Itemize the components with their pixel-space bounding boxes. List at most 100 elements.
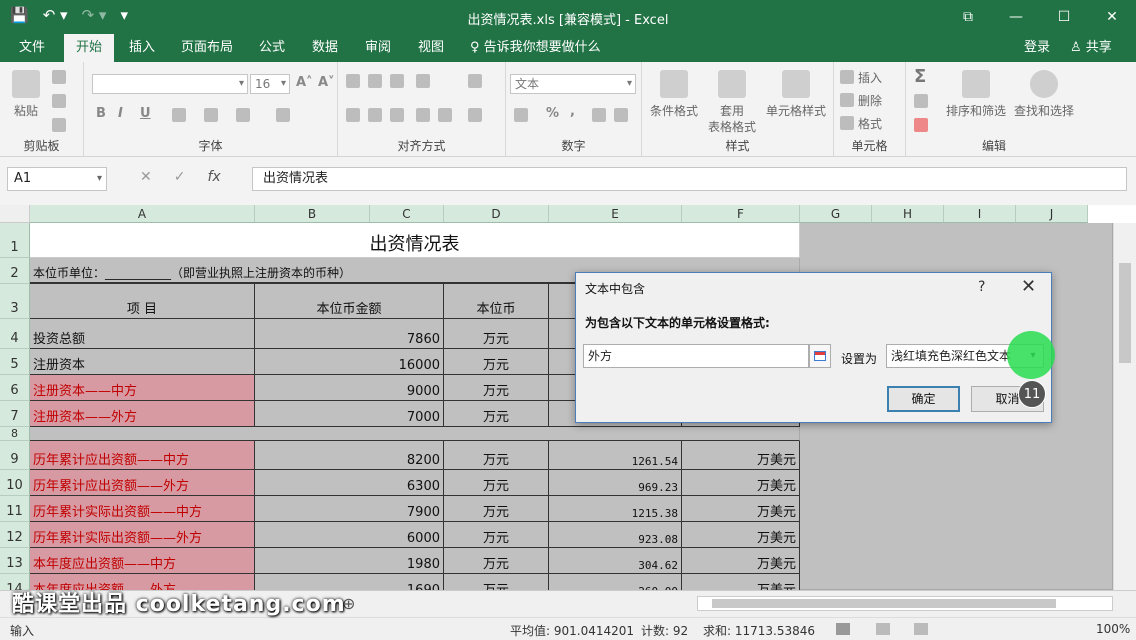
- decrease-indent-icon[interactable]: [416, 108, 430, 122]
- comma-style-button[interactable]: ,: [570, 104, 575, 119]
- decrease-decimal-icon[interactable]: [614, 108, 628, 122]
- cell-f13[interactable]: 万美元: [682, 548, 800, 574]
- font-name-combo[interactable]: [92, 74, 248, 94]
- confirm-entry-icon[interactable]: ✓: [174, 169, 186, 185]
- cancel-entry-icon[interactable]: ✕: [140, 169, 152, 185]
- tell-me-search[interactable]: ♀ 告诉我你想要做什么: [470, 34, 601, 62]
- number-format-combo[interactable]: 文本: [510, 74, 636, 94]
- col-header-j[interactable]: J: [1016, 205, 1088, 223]
- zoom-level[interactable]: 100%: [1096, 622, 1130, 636]
- contains-text-input[interactable]: 外方: [583, 344, 809, 368]
- delete-cells-label[interactable]: 删除: [858, 92, 882, 109]
- minimize-icon[interactable]: —: [992, 0, 1040, 34]
- row-header-11[interactable]: 11: [0, 496, 30, 522]
- cell-b5[interactable]: 16000: [255, 349, 444, 375]
- cell-d5[interactable]: 万元: [444, 349, 549, 375]
- cell-a1-title[interactable]: 出资情况表: [30, 223, 800, 258]
- col-header-b[interactable]: B: [255, 205, 370, 223]
- cell-e12[interactable]: 923.08: [549, 522, 682, 548]
- close-icon[interactable]: ✕: [1021, 276, 1036, 297]
- cell-d3-header-unit[interactable]: 本位币: [444, 284, 549, 319]
- close-window-icon[interactable]: ✕: [1088, 0, 1136, 34]
- cell-a4[interactable]: 投资总额: [30, 319, 255, 349]
- formula-input[interactable]: 出资情况表: [252, 167, 1127, 191]
- conditional-format-icon[interactable]: [660, 70, 688, 98]
- orientation-icon[interactable]: [416, 74, 430, 88]
- insert-function-icon[interactable]: fx: [207, 169, 220, 185]
- ribbon-display-icon[interactable]: ⧉: [944, 0, 992, 34]
- format-cells-label[interactable]: 格式: [858, 115, 882, 132]
- horizontal-scrollbar[interactable]: [697, 596, 1113, 611]
- row-header-5[interactable]: 5: [0, 349, 30, 375]
- tab-review[interactable]: 审阅: [358, 34, 398, 62]
- tab-view[interactable]: 视图: [411, 34, 451, 62]
- cell-d9[interactable]: 万元: [444, 441, 549, 470]
- cell-d13[interactable]: 万元: [444, 548, 549, 574]
- cell-d10[interactable]: 万元: [444, 470, 549, 496]
- vertical-scroll-thumb[interactable]: [1119, 263, 1131, 363]
- accounting-format-icon[interactable]: [514, 108, 528, 122]
- page-break-view-icon[interactable]: [914, 623, 928, 635]
- name-box[interactable]: A1: [7, 167, 107, 191]
- help-icon[interactable]: ?: [978, 279, 985, 295]
- row-header-4[interactable]: 4: [0, 319, 30, 349]
- cell-a12[interactable]: 历年累计实际出资额——外方: [30, 522, 255, 548]
- paste-icon[interactable]: [12, 70, 40, 98]
- align-center-icon[interactable]: [368, 108, 382, 122]
- row-header-8[interactable]: 8: [0, 427, 30, 441]
- conditional-format-label[interactable]: 条件格式: [646, 102, 702, 119]
- login-link[interactable]: 登录: [1024, 34, 1050, 62]
- row-header-7[interactable]: 7: [0, 401, 30, 427]
- row-header-1[interactable]: 1: [0, 223, 30, 258]
- cell-f10[interactable]: 万美元: [682, 470, 800, 496]
- find-select-icon[interactable]: [1030, 70, 1058, 98]
- tab-page-layout[interactable]: 页面布局: [176, 34, 238, 62]
- cell-e13[interactable]: 304.62: [549, 548, 682, 574]
- cell-f11[interactable]: 万美元: [682, 496, 800, 522]
- merge-center-icon[interactable]: [468, 108, 482, 122]
- cell-a7[interactable]: 注册资本——外方: [30, 401, 255, 427]
- format-painter-icon[interactable]: [52, 118, 66, 132]
- grow-font-button[interactable]: A˄: [296, 75, 313, 90]
- tab-formulas[interactable]: 公式: [252, 34, 292, 62]
- underline-button[interactable]: U: [140, 106, 151, 121]
- percent-style-button[interactable]: %: [546, 106, 559, 121]
- cut-icon[interactable]: [52, 70, 66, 84]
- cell-a5[interactable]: 注册资本: [30, 349, 255, 375]
- row-header-12[interactable]: 12: [0, 522, 30, 548]
- select-all-corner[interactable]: [0, 205, 30, 223]
- cell-b10[interactable]: 6300: [255, 470, 444, 496]
- col-header-g[interactable]: G: [800, 205, 872, 223]
- col-header-c[interactable]: C: [370, 205, 444, 223]
- font-color-icon[interactable]: [236, 108, 250, 122]
- sort-filter-icon[interactable]: [962, 70, 990, 98]
- increase-indent-icon[interactable]: [438, 108, 452, 122]
- format-cells-icon[interactable]: [840, 116, 854, 130]
- autosum-icon[interactable]: Σ: [914, 66, 926, 87]
- align-top-icon[interactable]: [346, 74, 360, 88]
- cell-a13[interactable]: 本年度应出资额——中方: [30, 548, 255, 574]
- cell-b3-header-amount[interactable]: 本位币金额: [255, 284, 444, 319]
- vertical-scrollbar[interactable]: [1113, 223, 1136, 590]
- align-middle-icon[interactable]: [368, 74, 382, 88]
- cell-e9[interactable]: 1261.54: [549, 441, 682, 470]
- page-layout-view-icon[interactable]: [876, 623, 890, 635]
- cell-b11[interactable]: 7900: [255, 496, 444, 522]
- col-header-e[interactable]: E: [549, 205, 682, 223]
- align-left-icon[interactable]: [346, 108, 360, 122]
- cell-b4[interactable]: 7860: [255, 319, 444, 349]
- wrap-text-icon[interactable]: [468, 74, 482, 88]
- fill-color-icon[interactable]: [204, 108, 218, 122]
- row-header-6[interactable]: 6: [0, 375, 30, 401]
- cell-a10[interactable]: 历年累计应出资额——外方: [30, 470, 255, 496]
- row-header-3[interactable]: 3: [0, 284, 30, 319]
- insert-cells-label[interactable]: 插入: [858, 69, 882, 86]
- cell-d14[interactable]: 万元: [444, 574, 549, 590]
- format-as-table-icon[interactable]: [718, 70, 746, 98]
- format-as-table-label-2[interactable]: 表格格式: [700, 118, 764, 135]
- shrink-font-button[interactable]: A˅: [318, 75, 335, 90]
- cell-e10[interactable]: 969.23: [549, 470, 682, 496]
- cell-b7[interactable]: 7000: [255, 401, 444, 427]
- align-bottom-icon[interactable]: [390, 74, 404, 88]
- cell-a11[interactable]: 历年累计实际出资额——中方: [30, 496, 255, 522]
